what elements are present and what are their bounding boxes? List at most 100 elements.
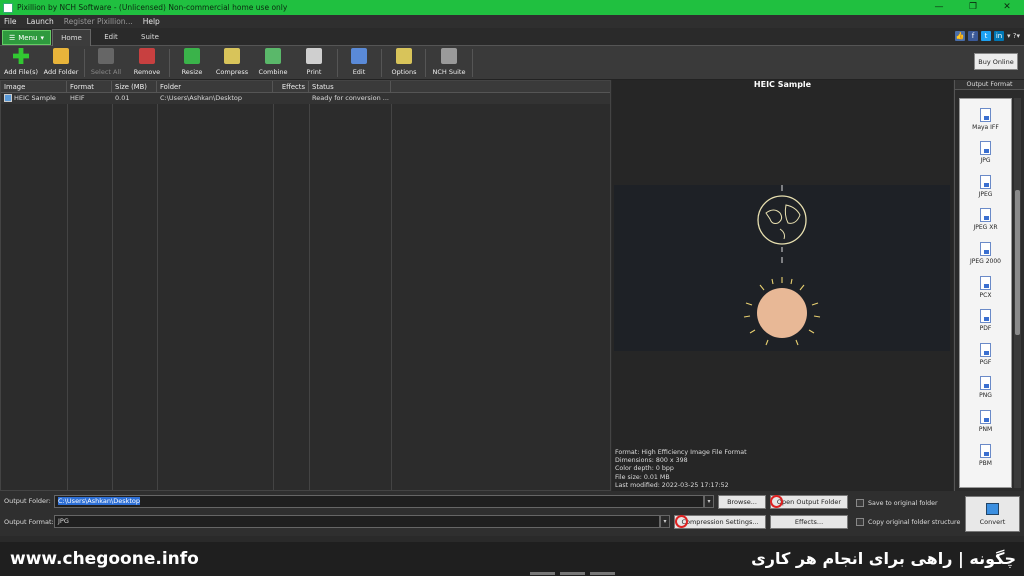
info-format: Format: High Efficiency Image File Forma…: [615, 449, 747, 456]
convert-button[interactable]: Convert: [965, 496, 1020, 532]
effects-button[interactable]: Effects...: [770, 515, 848, 529]
title-bar: Pixillion by NCH Software - (Unlicensed)…: [0, 0, 1024, 15]
menu-button[interactable]: ☰ Menu ▾: [2, 30, 51, 45]
add-file-icon: [13, 48, 29, 64]
nch-suite-icon: [441, 48, 457, 64]
minimize-button[interactable]: —: [922, 0, 956, 15]
convert-icon: [986, 502, 999, 515]
output-folder-label: Output Folder:: [4, 497, 51, 505]
format-item-maya-iff[interactable]: Maya IFF: [960, 99, 1011, 133]
file-format-icon: [980, 275, 991, 290]
menu-register[interactable]: Register Pixillion...: [64, 17, 133, 26]
column-divider: [309, 93, 310, 490]
checkbox-box[interactable]: [856, 499, 864, 507]
format-item-pnm[interactable]: PNM: [960, 401, 1011, 435]
remove-icon: [139, 48, 155, 64]
ribbon-tabs: ☰ Menu ▾ Home Edit Suite 👍 f t in ▾ ?▾: [0, 28, 1024, 46]
info-dimensions: Dimensions: 800 x 398: [615, 457, 688, 465]
tab-suite[interactable]: Suite: [131, 29, 169, 46]
close-button[interactable]: ✕: [990, 0, 1024, 15]
output-format-dropdown-icon[interactable]: ▾: [660, 515, 670, 528]
like-icon[interactable]: 👍: [955, 31, 966, 41]
toolbar-separator: [169, 49, 170, 77]
info-last-modified: Last modified: 2022-03-25 17:17:52: [615, 481, 729, 489]
print-button[interactable]: Print: [302, 48, 326, 80]
output-format-scrollbar[interactable]: [1014, 98, 1021, 488]
preview-info: Format: High Efficiency Image File Forma…: [615, 449, 747, 490]
cell-size: 0.01: [115, 94, 130, 102]
file-format-icon: [980, 376, 991, 391]
add-folder-button[interactable]: Add Folder: [43, 48, 79, 80]
maximize-button[interactable]: ❐: [956, 0, 990, 15]
options-icon: [396, 48, 412, 64]
format-item-jpg[interactable]: JPG: [960, 133, 1011, 167]
format-item-pdf[interactable]: PDF: [960, 301, 1011, 335]
column-header-format[interactable]: Format: [67, 81, 112, 93]
copy-folder-structure-checkbox[interactable]: Copy original folder structure: [856, 518, 960, 526]
output-settings-panel: Output Folder: C:\Users\Ashkan\Desktop ▾…: [0, 491, 1024, 536]
save-to-original-checkbox[interactable]: Save to original folder: [856, 499, 938, 507]
edit-button[interactable]: Edit: [348, 48, 370, 80]
hamburger-icon: ☰: [8, 33, 16, 42]
output-folder-input[interactable]: C:\Users\Ashkan\Desktop: [54, 495, 704, 508]
checkbox-box[interactable]: [856, 518, 864, 526]
format-item-jpeg-xr[interactable]: JPEG XR: [960, 200, 1011, 234]
file-format-icon: [980, 141, 991, 156]
output-format-select[interactable]: JPG: [54, 515, 660, 528]
scrollbar-thumb[interactable]: [1015, 190, 1020, 335]
column-header-folder[interactable]: Folder: [157, 81, 273, 93]
select-all-button[interactable]: Select All: [90, 48, 122, 80]
toolbar-separator: [472, 49, 473, 77]
file-format-icon: [980, 241, 991, 256]
help-icon[interactable]: ▾ ?▾: [1007, 31, 1020, 41]
file-list[interactable]: Image Format Size (MB) Folder Effects St…: [0, 80, 611, 491]
format-item-jpeg[interactable]: JPEG: [960, 166, 1011, 200]
app-icon: [3, 2, 13, 13]
column-divider: [112, 93, 113, 490]
cell-effects: [273, 93, 309, 104]
resize-button[interactable]: Resize: [178, 48, 206, 80]
tab-home[interactable]: Home: [52, 29, 91, 46]
toolbar: Add File(s) Add Folder Select All Remove…: [0, 46, 1024, 80]
column-header-size[interactable]: Size (MB): [112, 81, 157, 93]
facebook-icon[interactable]: f: [968, 31, 979, 41]
menu-help[interactable]: Help: [143, 17, 160, 26]
add-files-button[interactable]: Add File(s): [4, 48, 38, 80]
watermark-tagline: چگونه | راهی برای انجام هر کاری: [751, 549, 1016, 568]
format-item-png[interactable]: PNG: [960, 368, 1011, 402]
column-header-status[interactable]: Status: [309, 81, 391, 93]
format-item-jpeg-2000[interactable]: JPEG 2000: [960, 233, 1011, 267]
menu-launch[interactable]: Launch: [27, 17, 54, 26]
chevron-down-icon: ▾: [40, 33, 45, 42]
browse-button[interactable]: Browse...: [718, 495, 766, 509]
output-folder-dropdown-icon[interactable]: ▾: [704, 495, 714, 508]
file-format-icon: [980, 342, 991, 357]
remove-button[interactable]: Remove: [132, 48, 162, 80]
toolbar-separator: [337, 49, 338, 77]
nch-suite-button[interactable]: NCH Suite: [432, 48, 466, 80]
compress-button[interactable]: Compress: [215, 48, 249, 80]
column-header-image[interactable]: Image: [1, 81, 67, 93]
edit-icon: [351, 48, 367, 64]
format-item-pbm[interactable]: PBM: [960, 435, 1011, 469]
image-file-icon: [4, 94, 12, 102]
format-item-pcx[interactable]: PCX: [960, 267, 1011, 301]
watermark-url: www.chegoone.info: [10, 549, 199, 569]
linkedin-icon[interactable]: in: [994, 31, 1005, 41]
file-format-icon: [980, 309, 991, 324]
output-format-list[interactable]: Maya IFF JPG JPEG JPEG XR JPEG 2000 PCX …: [959, 98, 1012, 488]
tab-edit[interactable]: Edit: [92, 29, 130, 46]
menu-file[interactable]: File: [4, 17, 17, 26]
cell-folder: C:\Users\Ashkan\Desktop: [160, 94, 243, 102]
options-button[interactable]: Options: [390, 48, 418, 80]
social-links: 👍 f t in ▾ ?▾: [955, 31, 1020, 41]
file-format-icon: [980, 107, 991, 122]
column-header-effects[interactable]: Effects: [273, 81, 309, 93]
add-folder-icon: [53, 48, 69, 64]
combine-button[interactable]: Combine: [257, 48, 289, 80]
twitter-icon[interactable]: t: [981, 31, 992, 41]
table-row[interactable]: HEIC Sample HEIF 0.01 C:\Users\Ashkan\De…: [1, 93, 610, 104]
menu-button-label: Menu: [18, 33, 38, 42]
format-item-pgf[interactable]: PGF: [960, 334, 1011, 368]
buy-online-button[interactable]: Buy Online: [974, 53, 1018, 70]
